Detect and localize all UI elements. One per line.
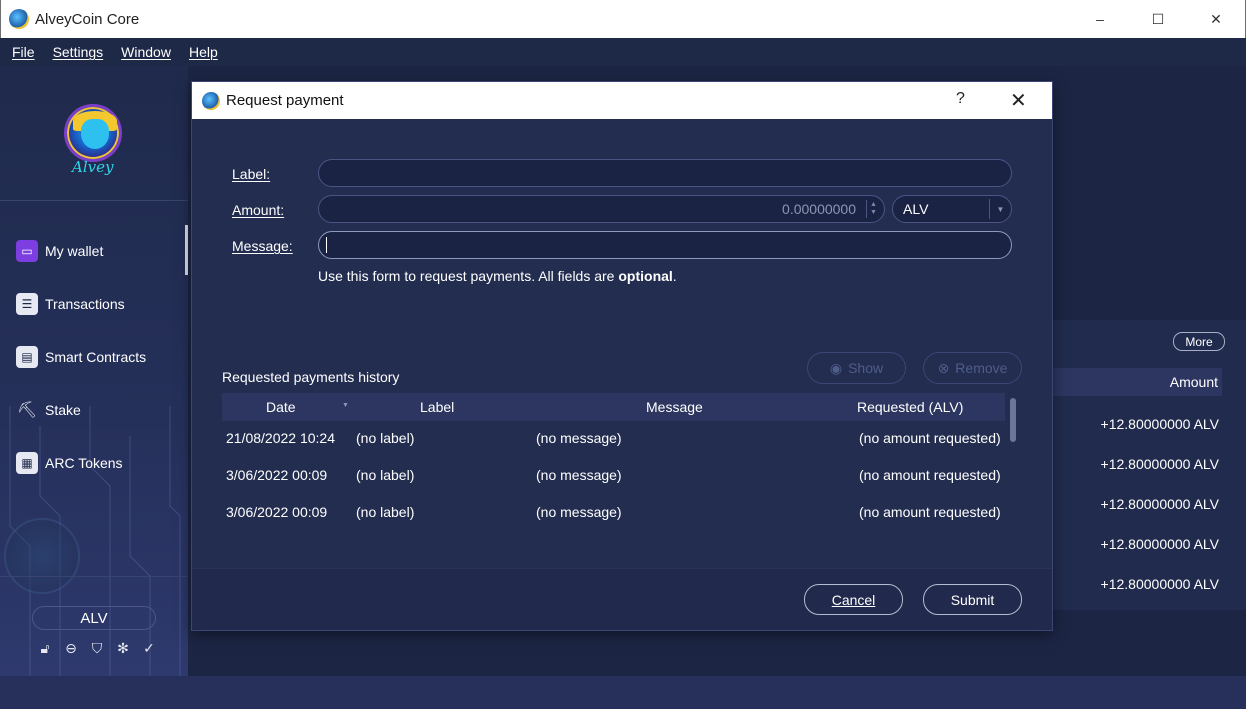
- sidebar-item-label: Smart Contracts: [45, 349, 147, 365]
- requested-cell: (no amount requested): [859, 504, 1001, 520]
- close-dialog-button[interactable]: ✕: [1010, 88, 1027, 113]
- sidebar-item-label: ARC Tokens: [45, 455, 123, 471]
- remove-button[interactable]: ⊗ Remove: [923, 352, 1022, 384]
- table-header: Date ▼ Label Message Requested (ALV): [222, 393, 1005, 421]
- column-header-date[interactable]: Date: [266, 399, 296, 415]
- sidebar-item-my-wallet[interactable]: ▭ My wallet: [16, 240, 103, 262]
- nav-divider: [0, 200, 188, 201]
- window-title: AlveyCoin Core: [35, 10, 140, 28]
- requested-cell: (no amount requested): [859, 430, 1001, 446]
- list-icon: ☰: [16, 293, 38, 315]
- request-payment-dialog: Request payment ? ✕ Label: Amount: 0.000…: [192, 82, 1052, 630]
- requested-payments-table: Date ▼ Label Message Requested (ALV) 21/…: [222, 393, 1019, 553]
- chevron-down-icon: ▼: [989, 199, 1011, 219]
- table-row[interactable]: 3/06/2022 00:09 (no label) (no message) …: [222, 498, 1005, 528]
- label-cell: (no label): [356, 467, 415, 483]
- requested-cell: (no amount requested): [859, 467, 1001, 483]
- transaction-amount: +12.80000000 ALV: [1100, 416, 1219, 432]
- status-bar: [0, 676, 1246, 709]
- sidebar-item-arc-tokens[interactable]: ▦ ARC Tokens: [16, 452, 123, 474]
- label-cell: (no label): [356, 504, 415, 520]
- message-cell: (no message): [536, 430, 622, 446]
- transaction-amount: +12.80000000 ALV: [1100, 536, 1219, 552]
- logo-text: Alvey: [72, 158, 114, 176]
- more-button[interactable]: More: [1173, 332, 1225, 351]
- sidebar-item-stake[interactable]: ⛏ Stake: [16, 399, 81, 421]
- contract-icon: ▤: [16, 346, 38, 368]
- message-cell: (no message): [536, 467, 622, 483]
- column-header-label[interactable]: Label: [420, 399, 454, 415]
- wallet-icon: ▭: [16, 240, 38, 262]
- menu-bar: File Settings Window Help: [0, 38, 1246, 66]
- date-cell: 21/08/2022 10:24: [226, 430, 335, 446]
- menu-help[interactable]: Help: [189, 44, 218, 60]
- message-cell: (no message): [536, 504, 622, 520]
- sidebar-item-label: My wallet: [45, 243, 104, 259]
- menu-file[interactable]: File: [12, 44, 35, 60]
- sync-icon[interactable]: ⊖: [58, 638, 84, 658]
- token-icon: ▦: [16, 452, 38, 474]
- history-title: Requested payments history: [222, 369, 400, 385]
- check-icon[interactable]: ✓: [136, 638, 162, 658]
- unit-selector[interactable]: ALV: [32, 606, 156, 630]
- remove-icon: ⊗: [937, 359, 950, 376]
- sidebar-item-transactions[interactable]: ☰ Transactions: [16, 293, 125, 315]
- dialog-title: Request payment: [226, 92, 344, 109]
- sidebar-bottom-divider: [0, 576, 188, 577]
- text-cursor: [326, 237, 327, 253]
- staking-icon[interactable]: ⛉: [84, 638, 110, 658]
- amount-value: 0.00000000: [782, 201, 856, 217]
- amount-field-label: Amount:: [232, 202, 285, 218]
- column-header-requested[interactable]: Requested (ALV): [857, 399, 963, 415]
- maximize-button[interactable]: ☐: [1129, 0, 1187, 38]
- transaction-amount: +12.80000000 ALV: [1100, 496, 1219, 512]
- date-cell: 3/06/2022 00:09: [226, 467, 328, 483]
- sidebar-item-smart-contracts[interactable]: ▤ Smart Contracts: [16, 346, 146, 368]
- alvey-logo: [64, 104, 122, 162]
- window-titlebar: AlveyCoin Core – ☐ ✕: [0, 0, 1246, 38]
- sidebar-item-label: Transactions: [45, 296, 125, 312]
- sidebar-item-label: Stake: [45, 402, 81, 418]
- message-input[interactable]: [318, 231, 1012, 259]
- menu-settings[interactable]: Settings: [53, 44, 104, 60]
- table-row[interactable]: 3/06/2022 00:09 (no label) (no message) …: [222, 461, 1005, 491]
- amount-input[interactable]: 0.00000000 ▲ ▼: [318, 195, 885, 223]
- label-cell: (no label): [356, 430, 415, 446]
- unit-dropdown-value: ALV: [903, 201, 929, 217]
- network-icon[interactable]: ✻: [110, 638, 136, 658]
- sort-desc-icon: ▼: [342, 402, 349, 409]
- form-hint: Use this form to request payments. All f…: [318, 268, 677, 284]
- unit-dropdown[interactable]: ALV ▼: [892, 195, 1012, 223]
- table-scrollbar[interactable]: [1010, 398, 1016, 442]
- status-icons: 🔓︎ ⊖ ⛉ ✻ ✓: [32, 638, 162, 658]
- eye-icon: ◉: [829, 359, 843, 376]
- label-input[interactable]: [318, 159, 1012, 187]
- help-button[interactable]: ?: [956, 90, 965, 108]
- sidebar: Alvey ▭ My wallet ☰ Transactions ▤ Smart…: [0, 66, 188, 709]
- app-icon: [202, 91, 220, 110]
- submit-button[interactable]: Submit: [923, 584, 1022, 615]
- lock-icon[interactable]: 🔓︎: [32, 638, 58, 658]
- show-button[interactable]: ◉ Show: [807, 352, 906, 384]
- dialog-footer: Cancel Submit: [192, 568, 1052, 630]
- date-cell: 3/06/2022 00:09: [226, 504, 328, 520]
- stake-icon: ⛏: [16, 402, 38, 419]
- menu-window[interactable]: Window: [121, 44, 171, 60]
- amount-spinner[interactable]: ▲ ▼: [866, 200, 880, 218]
- amount-column-header: Amount: [1053, 368, 1222, 396]
- app-icon: [9, 9, 29, 29]
- column-header-message[interactable]: Message: [646, 399, 703, 415]
- table-row[interactable]: 21/08/2022 10:24 (no label) (no message)…: [222, 424, 1005, 454]
- transaction-amount: +12.80000000 ALV: [1100, 576, 1219, 592]
- transaction-amount: +12.80000000 ALV: [1100, 456, 1219, 472]
- label-field-label: Label:: [232, 166, 271, 182]
- dialog-titlebar: Request payment ? ✕: [192, 82, 1052, 119]
- minimize-button[interactable]: –: [1071, 0, 1129, 38]
- logo-watermark: [4, 518, 80, 594]
- cancel-button[interactable]: Cancel: [804, 584, 903, 615]
- close-window-button[interactable]: ✕: [1187, 0, 1245, 38]
- message-field-label: Message:: [232, 238, 293, 254]
